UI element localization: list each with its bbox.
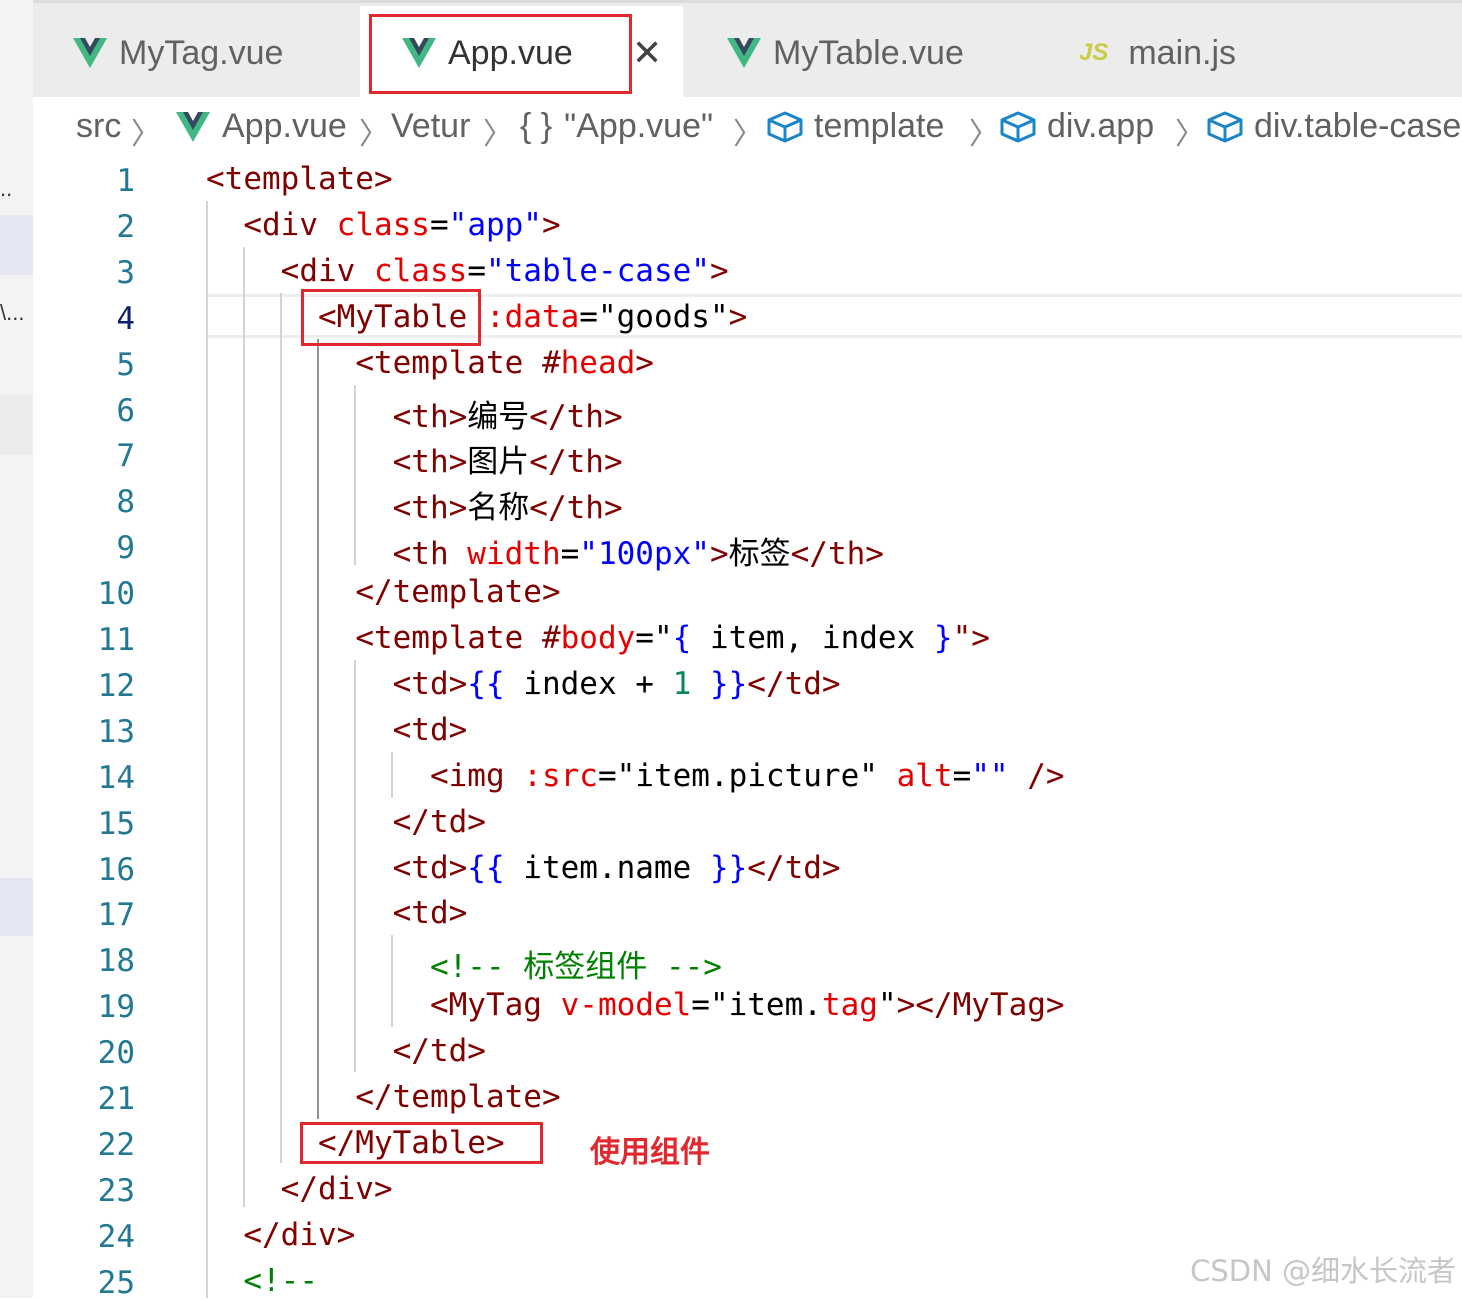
vue-icon bbox=[73, 38, 107, 68]
highlight-box-app-tab bbox=[369, 14, 632, 94]
vue-icon bbox=[176, 111, 210, 142]
breadcrumb-div-table-label: div.table-case bbox=[1254, 107, 1462, 145]
code-line: <img :src="item.picture" alt="" /> bbox=[429, 758, 1065, 794]
code-line: <td>{{ item.name }}</td> bbox=[392, 850, 841, 886]
line-number: 16 bbox=[97, 852, 135, 888]
breadcrumb-template[interactable]: template bbox=[766, 107, 944, 146]
breadcrumb-vetur[interactable]: Vetur bbox=[391, 107, 470, 146]
tab-mytable[interactable]: MyTable.vue bbox=[683, 6, 1039, 100]
code-line: </template> bbox=[355, 1079, 561, 1115]
code-line: </template> bbox=[355, 574, 561, 610]
line-number: 7 bbox=[116, 438, 135, 474]
line-number: 5 bbox=[116, 347, 135, 383]
js-icon: JS bbox=[1079, 39, 1109, 66]
line-number: 6 bbox=[116, 393, 135, 429]
breadcrumb-file-label: App.vue bbox=[222, 107, 347, 145]
breadcrumb-div-table[interactable]: div.table-case bbox=[1206, 107, 1461, 146]
line-number: 9 bbox=[116, 530, 135, 566]
close-icon[interactable]: ✕ bbox=[632, 32, 662, 74]
breadcrumb-div-app[interactable]: div.app bbox=[999, 107, 1154, 146]
chevron-right-icon: 〉 bbox=[131, 118, 161, 151]
line-number: 11 bbox=[97, 622, 135, 658]
line-number: 15 bbox=[97, 806, 135, 842]
breadcrumb: src 〉 App.vue 〉 Vetur 〉 { } "App.vue" 〉 … bbox=[33, 97, 1462, 161]
line-number: 1 bbox=[116, 163, 135, 199]
line-number: 24 bbox=[97, 1219, 135, 1255]
code-line: <div class="table-case"> bbox=[280, 253, 729, 289]
watermark: CSDN @细水长流者 bbox=[1190, 1254, 1456, 1288]
line-number: 8 bbox=[116, 484, 135, 520]
tab-label: main.js bbox=[1128, 33, 1237, 72]
line-number: 3 bbox=[116, 255, 135, 291]
tab-label: MyTable.vue bbox=[773, 33, 964, 72]
code-line: <td> bbox=[392, 895, 468, 931]
line-number: 12 bbox=[97, 668, 135, 704]
highlight-box-mytable-open bbox=[301, 289, 481, 346]
breadcrumb-file[interactable]: App.vue bbox=[176, 107, 347, 146]
breadcrumb-module-label: "App.vue" bbox=[564, 107, 714, 145]
code-line: <!-- bbox=[243, 1263, 318, 1299]
tab-main-js[interactable]: JS main.js bbox=[1039, 6, 1361, 100]
vue-icon bbox=[727, 38, 761, 68]
code-line: <th width="100px">标签</th> bbox=[392, 536, 884, 572]
line-number: 20 bbox=[97, 1035, 135, 1071]
chevron-right-icon: 〉 bbox=[359, 118, 389, 151]
code-line: <template> bbox=[206, 161, 393, 197]
code-line: <template #head> bbox=[355, 345, 654, 381]
side-highlight bbox=[0, 215, 33, 275]
line-number: 4 bbox=[116, 301, 135, 337]
code-line: </td> bbox=[392, 1033, 486, 1069]
chevron-right-icon: 〉 bbox=[1175, 118, 1205, 151]
cube-icon bbox=[1000, 111, 1036, 142]
line-number: 21 bbox=[97, 1081, 135, 1117]
breadcrumb-div-app-label: div.app bbox=[1047, 107, 1155, 145]
line-number: 22 bbox=[97, 1127, 135, 1163]
code-line: </div> bbox=[243, 1217, 356, 1253]
line-number: 17 bbox=[97, 897, 135, 933]
code-line: <td> bbox=[392, 712, 468, 748]
line-number: 25 bbox=[97, 1265, 135, 1301]
tab-label: MyTag.vue bbox=[119, 33, 284, 72]
chevron-right-icon: 〉 bbox=[733, 118, 763, 151]
code-editor[interactable]: 1 2 3 4 5 6 7 8 9 10 11 12 13 14 15 16 1… bbox=[33, 161, 1462, 1301]
annotation-label: 使用组件 bbox=[590, 1135, 710, 1170]
breadcrumb-template-label: template bbox=[814, 107, 945, 145]
chevron-right-icon: 〉 bbox=[483, 118, 513, 151]
tab-mytag[interactable]: MyTag.vue bbox=[33, 6, 360, 100]
code-line: <template #body="{ item, index }"> bbox=[355, 620, 990, 656]
code-line: <!-- 标签组件 --> bbox=[429, 949, 722, 985]
side-panel: .. \... bbox=[0, 0, 33, 1298]
braces-icon: { } bbox=[520, 107, 553, 145]
cube-icon bbox=[1207, 111, 1243, 142]
tab-bar: MyTag.vue App.vue ✕ MyTable.vue JS main.… bbox=[33, 0, 1462, 100]
highlight-box-mytable-close bbox=[300, 1122, 543, 1164]
breadcrumb-src[interactable]: src bbox=[76, 107, 121, 146]
side-ellipsis: .. bbox=[0, 176, 13, 201]
code-line: <td>{{ index + 1 }}</td> bbox=[392, 666, 841, 702]
code-line: </div> bbox=[280, 1171, 393, 1207]
code-line: <th>名称</th> bbox=[392, 490, 623, 526]
code-line: <th>编号</th> bbox=[392, 399, 623, 435]
breadcrumb-module[interactable]: { } "App.vue" bbox=[520, 107, 713, 146]
code-line: <th>图片</th> bbox=[392, 444, 623, 480]
side-ellipsis: \... bbox=[0, 300, 25, 325]
line-number: 14 bbox=[97, 760, 135, 796]
code-line: <MyTag v-model="item.tag"></MyTag> bbox=[429, 987, 1065, 1023]
side-highlight bbox=[0, 395, 33, 455]
chevron-right-icon: 〉 bbox=[969, 118, 999, 151]
code-line: </td> bbox=[392, 804, 486, 840]
cube-icon bbox=[767, 111, 803, 142]
line-number: 13 bbox=[97, 714, 135, 750]
side-highlight bbox=[0, 878, 33, 936]
code-line: <div class="app"> bbox=[243, 207, 561, 243]
line-number: 18 bbox=[97, 943, 135, 979]
line-number: 23 bbox=[97, 1173, 135, 1209]
line-number: 19 bbox=[97, 989, 135, 1025]
line-number: 10 bbox=[97, 576, 135, 612]
line-number: 2 bbox=[116, 209, 135, 245]
